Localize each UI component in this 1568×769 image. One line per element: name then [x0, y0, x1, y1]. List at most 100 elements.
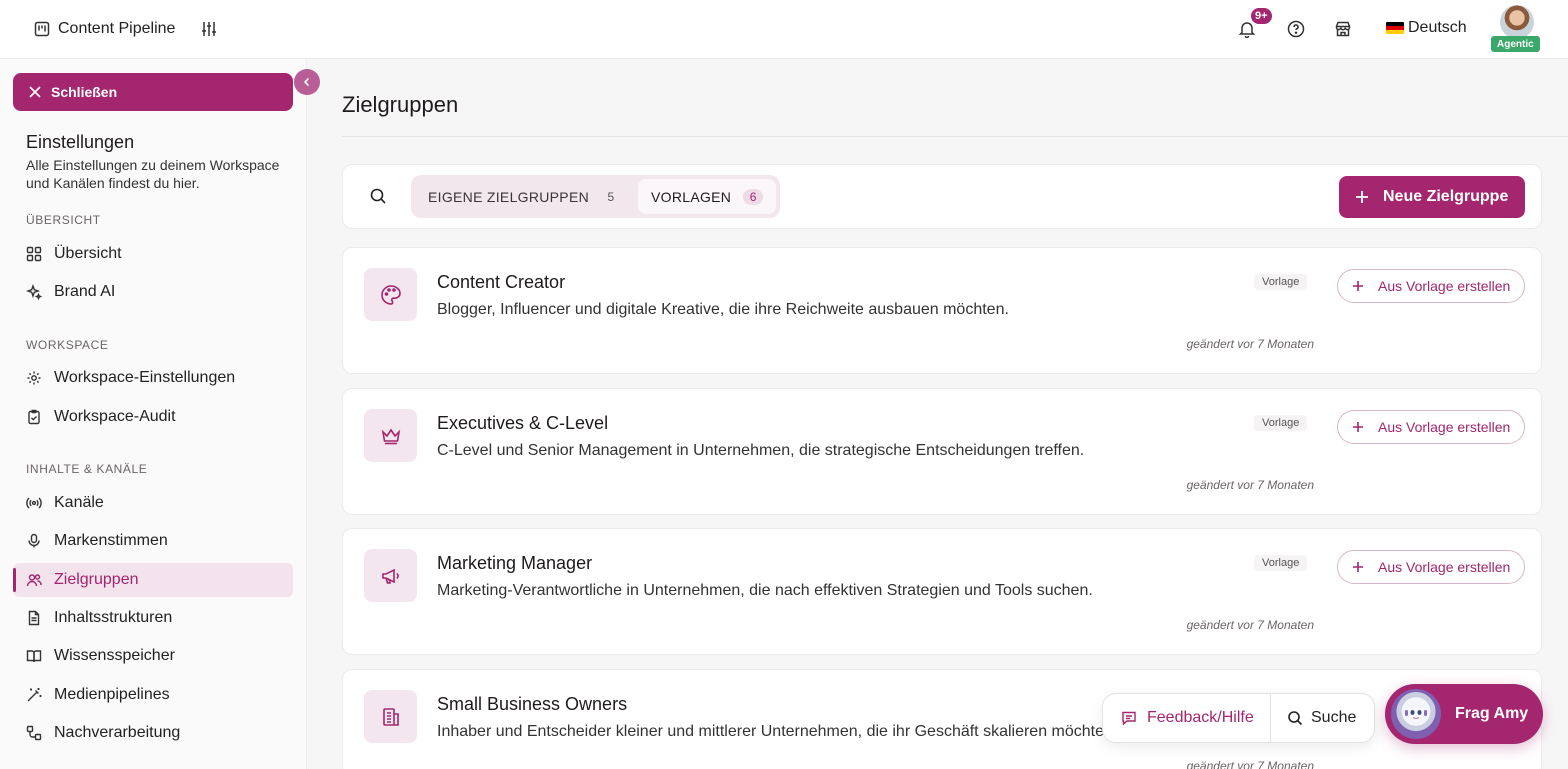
microphone-icon	[26, 533, 42, 549]
avatar[interactable]	[1500, 5, 1534, 39]
plus-icon	[1355, 190, 1369, 204]
sidebar-item-brand-ai[interactable]: Brand AI	[13, 275, 293, 309]
button-label: Aus Vorlage erstellen	[1378, 419, 1511, 435]
sidebar-item-label: Übersicht	[54, 245, 122, 262]
button-label: Aus Vorlage erstellen	[1378, 559, 1511, 575]
audience-card: Executives & C-Level C-Level und Senior …	[342, 388, 1542, 515]
page-title: Zielgruppen	[342, 92, 459, 117]
sidebar-item-knowledge[interactable]: Wissensspeicher	[13, 639, 293, 673]
sidebar-item-label: Zielgruppen	[54, 571, 139, 588]
sidebar-item-audiences[interactable]: Zielgruppen	[13, 563, 293, 597]
sidebar-item-workspace-audit[interactable]: Workspace-Audit	[13, 400, 293, 434]
ask-amy-label: Frag Amy	[1455, 705, 1529, 722]
sidebar-item-label: Kanäle	[54, 494, 104, 511]
floating-help-bar: Feedback/Hilfe Suche	[1102, 693, 1375, 743]
section-content-channels: INHALTE & KANÄLE	[26, 462, 148, 476]
building-icon	[364, 690, 417, 743]
users-icon	[26, 572, 42, 588]
tab-count: 6	[743, 188, 764, 205]
card-description: C-Level und Senior Management in Unterne…	[437, 442, 1085, 459]
audience-card: Marketing Manager Marketing-Verantwortli…	[342, 528, 1542, 655]
card-date: geändert vor 7 Monaten	[1186, 478, 1314, 492]
create-from-template-button[interactable]: Aus Vorlage erstellen	[1337, 269, 1525, 303]
button-label: Aus Vorlage erstellen	[1378, 278, 1511, 294]
card-description: Inhaber und Entscheider kleiner und mitt…	[437, 723, 1118, 740]
tab-own-audiences[interactable]: EIGENE ZIELGRUPPEN 5	[415, 179, 634, 214]
broadcast-icon	[26, 495, 42, 511]
search-button[interactable]: Suche	[1271, 694, 1374, 742]
audience-card: Content Creator Blogger, Influencer und …	[342, 247, 1542, 374]
plus-icon	[1352, 561, 1364, 573]
audience-tabs: EIGENE ZIELGRUPPEN 5 VORLAGEN 6	[411, 175, 781, 218]
card-title: Marketing Manager	[437, 553, 593, 573]
create-from-template-button[interactable]: Aus Vorlage erstellen	[1337, 550, 1525, 584]
message-icon	[1121, 710, 1137, 726]
gear-icon	[26, 370, 42, 386]
search-icon	[1287, 710, 1303, 726]
sidebar-item-content-structures[interactable]: Inhaltsstrukturen	[13, 601, 293, 635]
card-title: Executives & C-Level	[437, 413, 609, 433]
card-description: Blogger, Influencer und digitale Kreativ…	[437, 301, 1009, 318]
sidebar-item-label: Nachverarbeitung	[54, 724, 181, 741]
collapse-sidebar-button[interactable]	[294, 69, 320, 95]
sidebar-item-label: Workspace-Audit	[54, 408, 176, 425]
sidebar-title: Einstellungen	[26, 132, 135, 152]
crown-icon	[364, 409, 417, 462]
kanban-icon	[34, 21, 50, 37]
sidebar-description: Alle Einstellungen zu deinem Workspace u…	[26, 157, 280, 191]
close-icon	[29, 86, 41, 98]
workflow-icon	[26, 725, 42, 741]
section-workspace: WORKSPACE	[26, 338, 109, 352]
card-description: Marketing-Verantwortliche in Unternehmen…	[437, 582, 1093, 599]
chevron-left-icon	[302, 77, 312, 87]
card-date: geändert vor 7 Monaten	[1186, 759, 1314, 769]
sidebar-item-label: Medienpipelines	[54, 686, 170, 703]
divider	[342, 136, 1568, 137]
card-date: geändert vor 7 Monaten	[1186, 618, 1314, 632]
language-label: Deutsch	[1408, 19, 1467, 36]
sidebar-item-label: Workspace-Einstellungen	[54, 369, 236, 386]
agentic-badge: Agentic	[1491, 36, 1540, 52]
sliders-icon[interactable]	[197, 17, 221, 41]
search-icon[interactable]	[369, 187, 389, 207]
new-audience-button[interactable]: Neue Zielgruppe	[1339, 176, 1525, 218]
close-button[interactable]: Schließen	[13, 73, 293, 111]
store-icon[interactable]	[1331, 17, 1355, 41]
book-icon	[26, 648, 42, 664]
clipboard-check-icon	[26, 409, 42, 425]
filter-bar: EIGENE ZIELGRUPPEN 5 VORLAGEN 6 Neue Zie…	[342, 164, 1542, 229]
app-title[interactable]: Content Pipeline	[34, 17, 175, 41]
create-from-template-button[interactable]: Aus Vorlage erstellen	[1337, 410, 1525, 444]
feedback-label: Feedback/Hilfe	[1147, 709, 1254, 726]
app-title-label: Content Pipeline	[58, 20, 176, 37]
tab-label: EIGENE ZIELGRUPPEN	[428, 188, 589, 205]
magic-wand-icon	[26, 687, 42, 703]
sidebar-item-brand-voices[interactable]: Markenstimmen	[13, 524, 293, 558]
language-selector[interactable]: Deutsch	[1386, 19, 1467, 37]
robot-avatar-icon	[1391, 689, 1441, 739]
help-icon[interactable]	[1284, 17, 1308, 41]
close-button-label: Schließen	[51, 84, 118, 100]
section-overview: ÜBERSICHT	[26, 213, 101, 227]
feedback-help-button[interactable]: Feedback/Hilfe	[1103, 694, 1271, 742]
sidebar-item-label: Brand AI	[54, 283, 116, 300]
ask-amy-button[interactable]: Frag Amy	[1385, 684, 1543, 744]
sidebar-item-media-pipelines[interactable]: Medienpipelines	[13, 678, 293, 712]
sidebar-item-label: Markenstimmen	[54, 532, 168, 549]
tab-label: VORLAGEN	[651, 188, 732, 205]
search-label: Suche	[1311, 709, 1357, 726]
card-title: Small Business Owners	[437, 694, 628, 714]
template-tag: Vorlage	[1254, 555, 1308, 571]
sidebar-item-label: Wissensspeicher	[54, 647, 175, 664]
template-tag: Vorlage	[1254, 274, 1308, 290]
plus-icon	[1352, 421, 1364, 433]
grid-icon	[26, 246, 42, 262]
template-tag: Vorlage	[1254, 415, 1308, 431]
sidebar-item-post-processing[interactable]: Nachverarbeitung	[13, 716, 293, 750]
german-flag-icon	[1386, 22, 1404, 34]
sidebar-item-workspace-settings[interactable]: Workspace-Einstellungen	[13, 361, 293, 395]
sidebar-item-label: Inhaltsstrukturen	[54, 609, 173, 626]
sidebar-item-channels[interactable]: Kanäle	[13, 486, 293, 520]
sidebar-item-overview[interactable]: Übersicht	[13, 237, 293, 271]
tab-templates[interactable]: VORLAGEN 6	[638, 179, 777, 214]
